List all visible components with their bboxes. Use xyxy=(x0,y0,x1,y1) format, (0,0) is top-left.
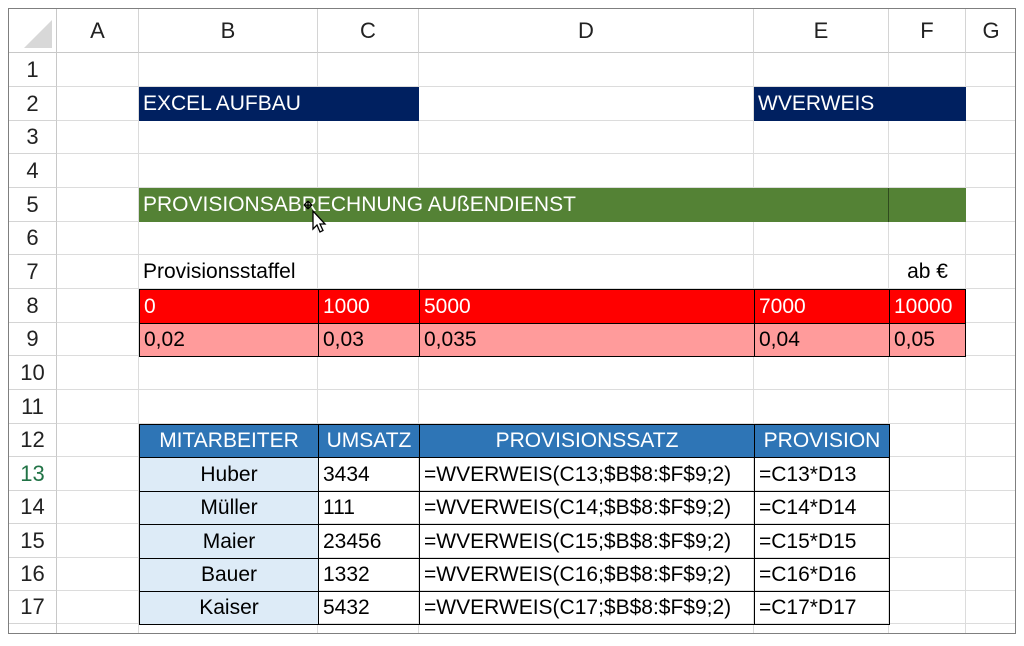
row-header-17[interactable]: 17 xyxy=(9,591,57,624)
row-header-18[interactable] xyxy=(9,624,57,633)
row-header-8[interactable]: 8 xyxy=(9,289,57,323)
column-header-g[interactable]: G xyxy=(966,9,1015,53)
row-header-11[interactable]: 11 xyxy=(9,390,57,424)
rate-cell[interactable]: 0,03 xyxy=(318,323,420,357)
column-header-b[interactable]: B xyxy=(139,9,318,53)
banner-provisionsabrechnung[interactable]: PROVISIONSABRECHNUNG AUßENDIENST xyxy=(139,188,889,222)
table-header-mitarbeiter[interactable]: MITARBEITER xyxy=(139,424,319,458)
table-cell-satz[interactable]: =WVERWEIS(C17;$B$8:$F$9;2) xyxy=(419,591,755,625)
row-header-3[interactable]: 3 xyxy=(9,121,57,154)
banner-extension-cell[interactable] xyxy=(889,188,966,222)
threshold-cell[interactable]: 0 xyxy=(139,289,319,324)
row-header-2[interactable]: 2 xyxy=(9,87,57,121)
column-header-d[interactable]: D xyxy=(419,9,754,53)
row-header-12[interactable]: 12 xyxy=(9,424,57,457)
table-cell-provision[interactable]: =C13*D13 xyxy=(754,457,890,492)
gridline xyxy=(57,153,1015,154)
title-wverweis[interactable]: WVERWEIS xyxy=(754,87,966,121)
table-cell-name[interactable]: Huber xyxy=(139,457,319,492)
column-header-e[interactable]: E xyxy=(754,9,889,53)
row-header-14[interactable]: 14 xyxy=(9,491,57,524)
table-cell-name[interactable]: Kaiser xyxy=(139,591,319,625)
row-header-7[interactable]: 7 xyxy=(9,255,57,289)
move-cursor-icon xyxy=(303,200,327,233)
table-cell-name[interactable]: Maier xyxy=(139,524,319,559)
table-cell-provision[interactable]: =C14*D14 xyxy=(754,491,890,525)
table-cell-satz[interactable]: =WVERWEIS(C15;$B$8:$F$9;2) xyxy=(419,524,755,559)
column-header-f[interactable]: F xyxy=(889,9,966,53)
table-cell-satz[interactable]: =WVERWEIS(C14;$B$8:$F$9;2) xyxy=(419,491,755,525)
row-header-16[interactable]: 16 xyxy=(9,558,57,591)
row-header-10[interactable]: 10 xyxy=(9,356,57,390)
select-all-corner[interactable] xyxy=(9,9,57,53)
table-cell-provision[interactable]: =C15*D15 xyxy=(754,524,890,559)
threshold-cell[interactable]: 10000 xyxy=(889,289,966,324)
table-cell-provision[interactable]: =C16*D16 xyxy=(754,558,890,592)
table-cell-name[interactable]: Müller xyxy=(139,491,319,525)
table-cell-umsatz[interactable]: 111 xyxy=(318,491,420,525)
threshold-cell[interactable]: 7000 xyxy=(754,289,890,324)
table-header-provisionssatz[interactable]: PROVISIONSSATZ xyxy=(419,424,755,458)
spreadsheet-window: A B C D E F G 1 2 3 4 5 6 7 8 9 10 11 12… xyxy=(8,8,1016,634)
staffel-unit-label[interactable]: ab € xyxy=(889,255,966,289)
table-header-umsatz[interactable]: UMSATZ xyxy=(318,424,420,458)
table-header-provision[interactable]: PROVISION xyxy=(754,424,890,458)
table-cell-satz[interactable]: =WVERWEIS(C13;$B$8:$F$9;2) xyxy=(419,457,755,492)
row-header-13[interactable]: 13 xyxy=(9,457,57,491)
row-header-6[interactable]: 6 xyxy=(9,222,57,255)
rate-cell[interactable]: 0,02 xyxy=(139,323,319,357)
threshold-cell[interactable]: 1000 xyxy=(318,289,420,324)
table-cell-name[interactable]: Bauer xyxy=(139,558,319,592)
table-cell-umsatz[interactable]: 23456 xyxy=(318,524,420,559)
row-header-4[interactable]: 4 xyxy=(9,154,57,188)
rate-cell[interactable]: 0,035 xyxy=(419,323,755,357)
rate-cell[interactable]: 0,05 xyxy=(889,323,966,357)
table-cell-provision[interactable]: =C17*D17 xyxy=(754,591,890,625)
title-excel-aufbau[interactable]: EXCEL AUFBAU xyxy=(139,87,419,121)
sheet-grid: A B C D E F G 1 2 3 4 5 6 7 8 9 10 11 12… xyxy=(9,9,1015,633)
table-cell-umsatz[interactable]: 1332 xyxy=(318,558,420,592)
row-header-1[interactable]: 1 xyxy=(9,53,57,87)
row-header-9[interactable]: 9 xyxy=(9,323,57,356)
table-cell-umsatz[interactable]: 5432 xyxy=(318,591,420,625)
staffel-label[interactable]: Provisionsstaffel xyxy=(139,255,318,289)
row-header-15[interactable]: 15 xyxy=(9,524,57,558)
column-header-a[interactable]: A xyxy=(57,9,139,53)
gridline xyxy=(57,389,1015,390)
threshold-cell[interactable]: 5000 xyxy=(419,289,755,324)
table-cell-umsatz[interactable]: 3434 xyxy=(318,457,420,492)
rate-cell[interactable]: 0,04 xyxy=(754,323,890,357)
column-header-c[interactable]: C xyxy=(318,9,419,53)
row-header-5[interactable]: 5 xyxy=(9,188,57,222)
select-all-triangle-icon xyxy=(24,20,52,48)
table-cell-satz[interactable]: =WVERWEIS(C16;$B$8:$F$9;2) xyxy=(419,558,755,592)
